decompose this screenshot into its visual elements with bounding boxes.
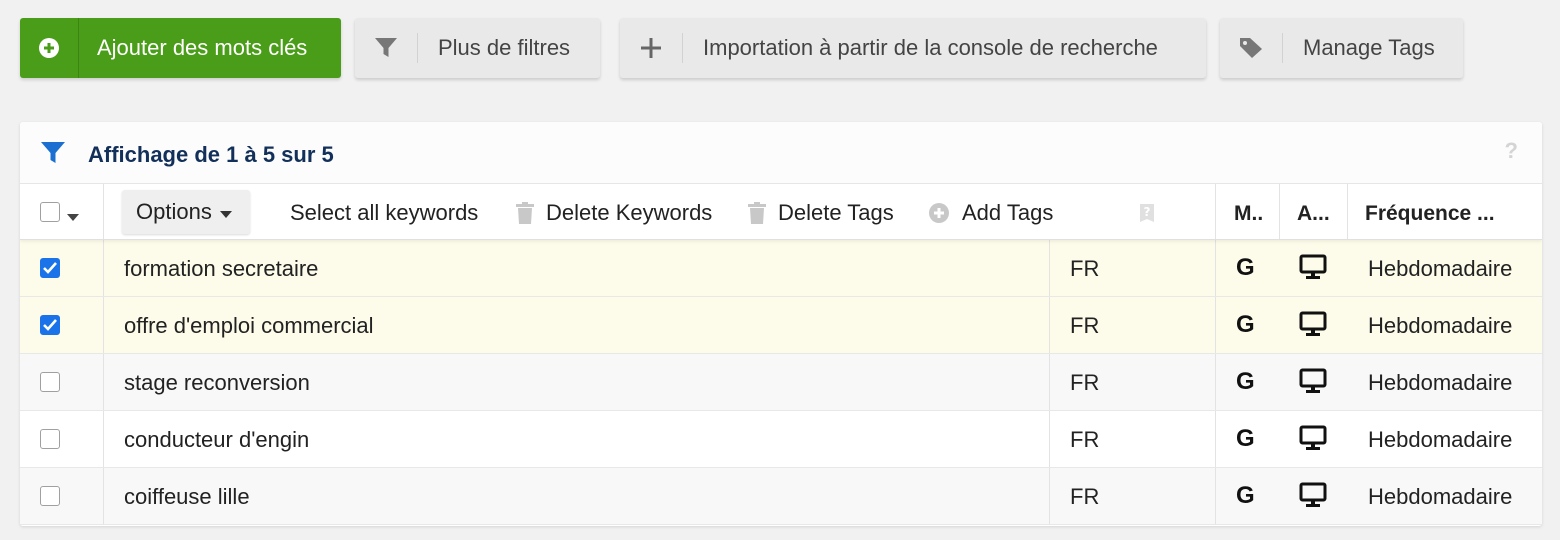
- column-divider: [1049, 240, 1050, 296]
- column-divider: [1049, 297, 1050, 353]
- more-filters-button[interactable]: Plus de filtres: [355, 18, 600, 78]
- trash-icon: [748, 202, 766, 224]
- select-all-keywords-link[interactable]: Select all keywords: [290, 200, 478, 226]
- manage-tags-button[interactable]: Manage Tags: [1220, 18, 1463, 78]
- add-tags-link[interactable]: Add Tags: [928, 200, 1053, 226]
- svg-text:?: ?: [1144, 205, 1151, 219]
- help-icon[interactable]: ?: [1505, 138, 1518, 164]
- google-icon: G: [1236, 368, 1255, 395]
- desktop-icon: [1299, 368, 1327, 399]
- column-divider: [1049, 468, 1050, 524]
- plus-icon: [620, 18, 682, 78]
- funnel-icon[interactable]: [40, 141, 66, 170]
- column-divider: [1215, 297, 1216, 353]
- manage-tags-label: Manage Tags: [1303, 35, 1435, 60]
- desktop-icon: [1299, 425, 1327, 456]
- table-toolbar-header: Options Select all keywords Delete Keywo…: [20, 184, 1542, 240]
- column-divider: [1049, 411, 1050, 467]
- delete-tags-label: Delete Tags: [778, 200, 894, 225]
- column-divider: [1347, 184, 1348, 239]
- import-console-label: Importation à partir de la console de re…: [703, 35, 1158, 60]
- keywords-table-body: formation secretaire FR G Hebdomadaire offre…: [20, 240, 1542, 525]
- row-checkbox[interactable]: [40, 372, 60, 392]
- table-row[interactable]: conducteur d'engin FR G Hebdomadaire: [20, 411, 1542, 468]
- desktop-icon: [1299, 482, 1327, 513]
- column-engine-header[interactable]: M..: [1234, 202, 1263, 226]
- question-icon[interactable]: ?: [1138, 202, 1156, 229]
- column-device-header[interactable]: A...: [1297, 202, 1330, 226]
- chevron-down-icon[interactable]: [67, 209, 79, 227]
- delete-keywords-link[interactable]: Delete Keywords: [516, 200, 712, 226]
- keywords-card: Affichage de 1 à 5 sur 5 ? Options Selec…: [20, 122, 1542, 526]
- column-divider: [103, 468, 104, 524]
- row-checkbox[interactable]: [40, 429, 60, 449]
- add-keywords-label: Ajouter des mots clés: [97, 35, 308, 60]
- desktop-icon: [1299, 254, 1327, 285]
- frequency-text: Hebdomadaire: [1368, 370, 1513, 395]
- column-divider: [1215, 184, 1216, 239]
- keyword-text: offre d'emploi commercial: [124, 313, 374, 338]
- table-row[interactable]: stage reconversion FR G Hebdomadaire: [20, 354, 1542, 411]
- column-divider: [1215, 411, 1216, 467]
- column-divider: [103, 411, 104, 467]
- google-icon: G: [1236, 425, 1255, 452]
- keyword-text: stage reconversion: [124, 370, 310, 395]
- language-code: FR: [1070, 313, 1100, 338]
- select-all-keywords-label: Select all keywords: [290, 200, 479, 225]
- desktop-icon: [1299, 311, 1327, 342]
- plus-circle-icon: [20, 18, 78, 78]
- tag-icon: [1220, 18, 1282, 78]
- add-tags-label: Add Tags: [962, 200, 1054, 225]
- column-divider: [103, 297, 104, 353]
- table-row[interactable]: coiffeuse lille FR G Hebdomadaire: [20, 468, 1542, 525]
- column-divider: [1049, 354, 1050, 410]
- more-filters-label: Plus de filtres: [438, 35, 571, 60]
- delete-keywords-label: Delete Keywords: [546, 200, 713, 225]
- add-keywords-button[interactable]: Ajouter des mots clés: [20, 18, 341, 78]
- frequency-text: Hebdomadaire: [1368, 256, 1513, 281]
- column-divider: [1279, 184, 1280, 239]
- funnel-icon: [355, 18, 417, 78]
- trash-icon: [516, 202, 534, 224]
- google-icon: G: [1236, 254, 1255, 281]
- table-row[interactable]: formation secretaire FR G Hebdomadaire: [20, 240, 1542, 297]
- delete-tags-link[interactable]: Delete Tags: [748, 200, 894, 226]
- language-code: FR: [1070, 427, 1100, 452]
- row-checkbox[interactable]: [40, 486, 60, 506]
- google-icon: G: [1236, 482, 1255, 509]
- import-console-button[interactable]: Importation à partir de la console de re…: [620, 18, 1206, 78]
- select-all-checkbox[interactable]: [40, 202, 60, 222]
- plus-circle-icon: [928, 202, 950, 224]
- keyword-text: formation secretaire: [124, 256, 319, 281]
- frequency-text: Hebdomadaire: [1368, 427, 1513, 452]
- options-label: Options: [136, 199, 212, 224]
- google-icon: G: [1236, 311, 1255, 338]
- column-frequency-header[interactable]: Fréquence ...: [1365, 202, 1495, 226]
- row-checkbox[interactable]: [40, 258, 60, 278]
- keyword-text: coiffeuse lille: [124, 484, 250, 509]
- column-divider: [1215, 468, 1216, 524]
- language-code: FR: [1070, 370, 1100, 395]
- language-code: FR: [1070, 484, 1100, 509]
- options-dropdown-button[interactable]: Options: [122, 190, 250, 234]
- column-divider: [103, 184, 104, 239]
- language-code: FR: [1070, 256, 1100, 281]
- frequency-text: Hebdomadaire: [1368, 484, 1513, 509]
- column-divider: [103, 240, 104, 296]
- row-checkbox[interactable]: [40, 315, 60, 335]
- column-divider: [1215, 354, 1216, 410]
- table-row[interactable]: offre d'emploi commercial FR G Hebdomadaire: [20, 297, 1542, 354]
- frequency-text: Hebdomadaire: [1368, 313, 1513, 338]
- card-header: Affichage de 1 à 5 sur 5 ?: [20, 122, 1542, 184]
- keyword-text: conducteur d'engin: [124, 427, 310, 452]
- chevron-down-icon: [219, 199, 232, 225]
- column-divider: [1215, 240, 1216, 296]
- results-count-title: Affichage de 1 à 5 sur 5: [88, 142, 334, 167]
- column-divider: [103, 354, 104, 410]
